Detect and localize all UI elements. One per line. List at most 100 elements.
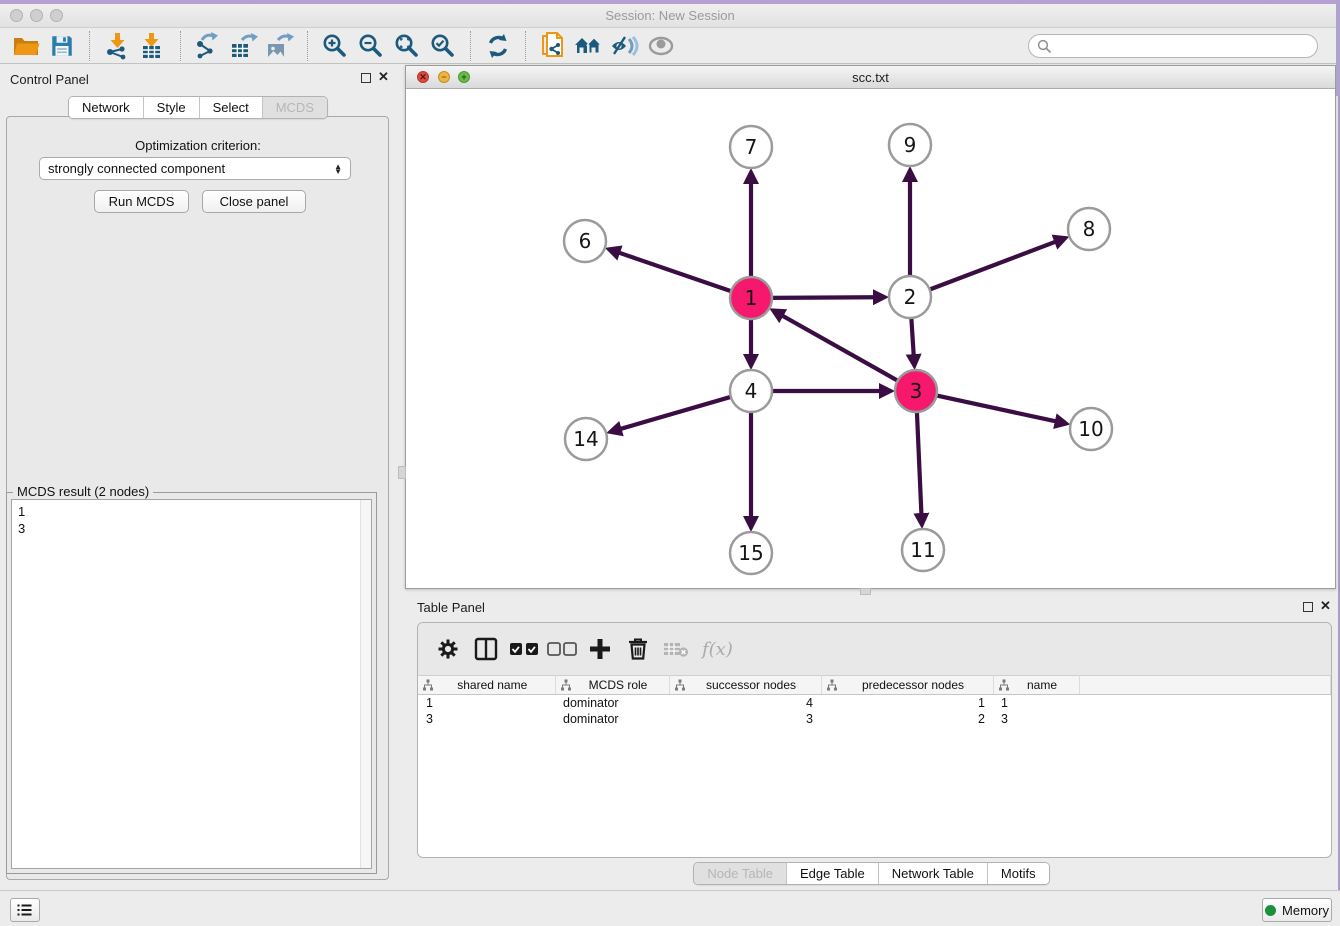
unchecked-boxes-icon[interactable] <box>546 633 578 665</box>
edge-3-1[interactable] <box>782 316 899 382</box>
cell-predecessor-nodes[interactable]: 2 <box>821 711 993 727</box>
scrollbar-track[interactable] <box>360 500 371 868</box>
control-panel: Control Panel ✕ NetworkStyleSelectMCDS O… <box>0 64 396 888</box>
titlebar: Session: New Session <box>0 4 1340 28</box>
memory-status-icon <box>1265 905 1276 916</box>
criterion-value: strongly connected component <box>48 161 225 176</box>
settings-gear-icon[interactable] <box>432 633 464 665</box>
zoom-fit-icon[interactable] <box>389 30 425 62</box>
open-folder-icon[interactable] <box>8 30 44 62</box>
add-column-icon[interactable] <box>584 633 616 665</box>
table-row[interactable]: 1dominator411 <box>418 695 1331 711</box>
status-bar: Memory <box>0 890 1340 926</box>
node-label-4: 4 <box>745 379 758 403</box>
tab-edge-table[interactable]: Edge Table <box>787 863 879 884</box>
edge-4-14[interactable] <box>621 396 733 429</box>
cell-predecessor-nodes[interactable]: 1 <box>821 695 993 711</box>
clone-network-icon[interactable] <box>535 30 571 62</box>
run-mcds-button[interactable]: Run MCDS <box>94 190 189 213</box>
tab-node-table[interactable]: Node Table <box>694 863 787 884</box>
cell-successor-nodes[interactable]: 3 <box>669 711 821 727</box>
refresh-layout-icon[interactable] <box>480 30 516 62</box>
node-label-8: 8 <box>1083 217 1096 241</box>
table-tabs: Node TableEdge TableNetwork TableMotifs <box>693 862 1049 885</box>
table-row[interactable]: 3dominator323 <box>418 711 1331 727</box>
tab-select[interactable]: Select <box>200 97 263 118</box>
attribute-type-icon <box>826 679 838 691</box>
edge-3-10[interactable] <box>935 395 1056 421</box>
mcds-result-list[interactable]: 13 <box>11 499 372 869</box>
column-header-successor-nodes[interactable]: successor nodes <box>669 676 821 695</box>
attribute-type-icon <box>998 679 1010 691</box>
split-columns-icon[interactable] <box>470 633 502 665</box>
tab-motifs[interactable]: Motifs <box>988 863 1049 884</box>
float-panel-icon[interactable] <box>361 73 371 83</box>
zoom-out-icon[interactable] <box>353 30 389 62</box>
criterion-dropdown[interactable]: strongly connected component ▲▼ <box>39 157 351 180</box>
zoom-in-icon[interactable] <box>317 30 353 62</box>
control-panel-tabs: NetworkStyleSelectMCDS <box>68 96 328 119</box>
zoom-selected-icon[interactable] <box>425 30 461 62</box>
edge-3-11[interactable] <box>917 410 922 514</box>
show-panels-menu-button[interactable] <box>10 898 40 922</box>
cell-shared-name[interactable]: 3 <box>418 711 555 727</box>
network-graph[interactable]: 7968124314101511 <box>406 89 1335 588</box>
cell-MCDS-role[interactable]: dominator <box>555 711 669 727</box>
function-builder-label: f(x) <box>702 639 733 660</box>
toolbar-separator <box>470 31 471 61</box>
desktop-edge-top <box>0 0 1340 4</box>
edge-2-8[interactable] <box>928 242 1056 290</box>
edge-1-2[interactable] <box>770 297 874 298</box>
cell-name[interactable]: 1 <box>993 695 1079 711</box>
tab-network-table[interactable]: Network Table <box>879 863 988 884</box>
table-panel: Table Panel ✕ <box>405 596 1338 888</box>
tab-mcds[interactable]: MCDS <box>263 97 327 118</box>
close-panel-icon[interactable]: ✕ <box>378 70 389 84</box>
save-icon[interactable] <box>44 30 80 62</box>
mcds-result-line: 1 <box>18 503 365 520</box>
cell-successor-nodes[interactable]: 4 <box>669 695 821 711</box>
first-neighbors-icon[interactable] <box>571 30 607 62</box>
network-view-title: scc.txt <box>406 70 1335 85</box>
delete-column-icon[interactable] <box>622 633 654 665</box>
memory-button[interactable]: Memory <box>1262 898 1332 922</box>
node-label-2: 2 <box>904 285 917 309</box>
cell-shared-name[interactable]: 1 <box>418 695 555 711</box>
optimization-criterion-label: Optimization criterion: <box>0 138 396 153</box>
session-title: Session: New Session <box>0 8 1340 23</box>
horizontal-splitter-grip[interactable] <box>860 588 871 595</box>
vertical-splitter-grip[interactable] <box>398 466 406 479</box>
delete-table-disabled-icon <box>660 633 692 665</box>
cell-MCDS-role[interactable]: dominator <box>555 695 669 711</box>
column-header-predecessor-nodes[interactable]: predecessor nodes <box>821 676 993 695</box>
tab-style[interactable]: Style <box>144 97 200 118</box>
column-header-MCDS-role[interactable]: MCDS role <box>555 676 669 695</box>
column-header-name[interactable]: name <box>993 676 1079 695</box>
close-panel-button[interactable]: Close panel <box>202 190 306 213</box>
node-label-1: 1 <box>745 286 758 310</box>
tab-network[interactable]: Network <box>69 97 144 118</box>
export-table-icon[interactable] <box>226 30 262 62</box>
mcds-result-line: 3 <box>18 520 365 537</box>
node-label-11: 11 <box>910 538 935 562</box>
table-toolbar: f(x) <box>418 623 1331 675</box>
node-label-9: 9 <box>904 133 917 157</box>
edge-1-6[interactable] <box>619 253 733 292</box>
checked-boxes-icon[interactable] <box>508 633 540 665</box>
eye-disabled-icon <box>643 30 679 62</box>
network-canvas[interactable]: 7968124314101511 <box>406 89 1335 588</box>
search-input[interactable] <box>1056 39 1309 53</box>
float-table-panel-icon[interactable] <box>1303 602 1313 612</box>
import-table-icon[interactable] <box>135 30 171 62</box>
export-image-icon[interactable] <box>262 30 298 62</box>
export-network-icon[interactable] <box>190 30 226 62</box>
search-box[interactable] <box>1028 34 1318 58</box>
cell-name[interactable]: 3 <box>993 711 1079 727</box>
edge-2-3[interactable] <box>911 316 913 355</box>
import-network-icon[interactable] <box>99 30 135 62</box>
hide-show-icon[interactable] <box>607 30 643 62</box>
toolbar-separator <box>525 31 526 61</box>
network-window-titlebar[interactable]: ✕ − + scc.txt <box>406 66 1335 89</box>
close-table-panel-icon[interactable]: ✕ <box>1320 599 1331 613</box>
column-header-shared-name[interactable]: shared name <box>418 676 555 695</box>
